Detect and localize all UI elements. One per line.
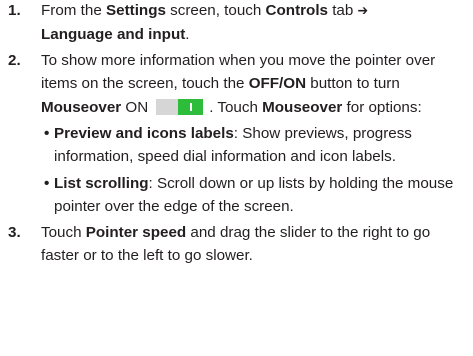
option-preview-icons-labels: • Preview and icons labels: Show preview… (41, 122, 468, 169)
options-list: • Preview and icons labels: Show preview… (41, 122, 468, 219)
step-2: 2. To show more information when you mov… (8, 49, 468, 219)
toggle-knob-line (190, 102, 193, 111)
settings-term: Settings (106, 2, 166, 19)
text-run: . (185, 26, 190, 44)
bullet: • (44, 125, 50, 143)
text-run: Touch (41, 223, 86, 241)
option-list-scrolling: • List scrolling: Scroll down or up list… (41, 172, 468, 219)
step-text: To show more information when you move t… (41, 52, 435, 116)
text-run: tab (327, 2, 358, 19)
steps-list: 1. From the Settings screen, touch Contr… (8, 0, 468, 267)
arrow-icon: ➔ (357, 3, 369, 19)
text-run: From the (41, 2, 106, 19)
step-1: 1. From the Settings screen, touch Contr… (8, 0, 468, 47)
option-title: Preview and icons labels (54, 125, 234, 143)
step-3: 3. Touch Pointer speed and drag the slid… (8, 221, 468, 268)
step-text: Touch Pointer speed and drag the slider … (41, 224, 430, 264)
step-number: 3. (8, 223, 21, 241)
step-text: From the Settings screen, touch Controls… (41, 2, 468, 47)
step-number: 1. (8, 2, 21, 19)
mouseover-term: Mouseover (41, 98, 122, 116)
text-run: button to turn (306, 75, 400, 93)
controls-term: Controls (265, 2, 328, 19)
text-run: for options: (342, 98, 422, 116)
language-input-term: Language and input (41, 26, 186, 44)
text-run: . Touch (209, 98, 263, 116)
step-number: 2. (8, 51, 21, 69)
text-run: screen, touch (165, 2, 266, 19)
pointer-speed-term: Pointer speed (85, 223, 187, 241)
on-toggle-icon (156, 98, 204, 115)
instructions-page: 1. From the Settings screen, touch Contr… (8, 0, 468, 267)
toggle-knob (178, 98, 204, 115)
mouseover-term: Mouseover (262, 98, 343, 116)
text-run: ON (121, 98, 149, 116)
off-on-term: OFF/ON (248, 75, 307, 93)
option-title: List scrolling (54, 174, 149, 192)
bullet: • (44, 174, 50, 192)
